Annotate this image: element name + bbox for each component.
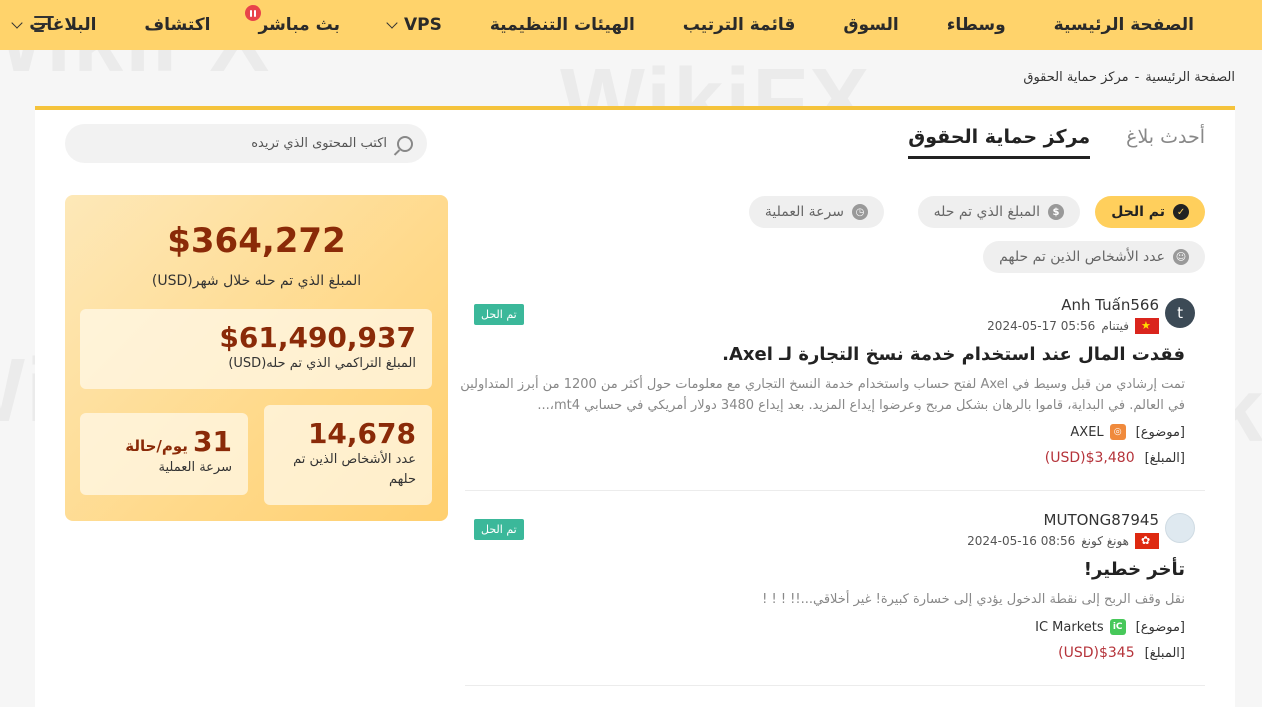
speed-value: 31: [193, 425, 232, 458]
user-name[interactable]: MUTONG87945: [1044, 511, 1159, 529]
topic-row: [موضوع] ◎ AXEL: [1070, 424, 1185, 440]
vietnam-flag-icon: [1135, 318, 1159, 334]
top-nav: الصفحة الرئيسية وسطاء السوق قائمة الترتي…: [0, 0, 1262, 50]
amount-value: (USD)$3,480: [1044, 450, 1135, 466]
filter-amount[interactable]: $ المبلغ الذي تم حله: [917, 196, 1080, 228]
search-input[interactable]: [107, 136, 387, 151]
timestamp: 2024-05-17 05:56: [987, 319, 1096, 333]
filter-speed[interactable]: ◷ سرعة العملية: [748, 196, 884, 228]
amount-label: [المبلغ]: [1144, 450, 1185, 466]
cumulative-amount: $61,490,937: [219, 321, 416, 354]
nav-regulators[interactable]: الهيئات التنظيمية: [490, 15, 635, 35]
filter-people-label: عدد الأشخاص الذين تم حلهم: [999, 249, 1165, 265]
avatar: t: [1165, 298, 1195, 328]
search-icon[interactable]: [397, 135, 413, 152]
nav-discover-label: اكتشاف: [144, 15, 211, 35]
tab-rights-center[interactable]: مركز حماية الحقوق: [908, 126, 1091, 159]
nav-market-label: السوق: [843, 15, 899, 35]
speed-label: سرعة العملية: [158, 460, 232, 475]
clock-icon: ◷: [852, 204, 868, 220]
topic-label: [موضوع]: [1135, 619, 1185, 635]
people-label: عدد الأشخاص الذين تم حلهم: [293, 452, 416, 487]
speed-box: 31 يوم/حالة سرعة العملية: [80, 413, 248, 495]
breadcrumb-home[interactable]: الصفحة الرئيسية: [1145, 70, 1235, 85]
status-badge: تم الحل: [474, 519, 524, 540]
people-count: 14,678: [307, 417, 416, 450]
nav-ranking-label: قائمة الترتيب: [682, 15, 796, 35]
nav-reports[interactable]: البلاغات: [11, 15, 96, 35]
nav-regulators-label: الهيئات التنظيمية: [489, 15, 635, 35]
hongkong-flag-icon: [1135, 533, 1159, 549]
nav-live-label: بث مباشر: [258, 15, 340, 35]
amount-row: [المبلغ] (USD)$345: [1058, 645, 1185, 661]
country: فيتنام: [1101, 319, 1129, 333]
complaint-meta: هونغ كونغ 2024-05-16 08:56: [967, 533, 1159, 549]
filter-people[interactable]: ☺ عدد الأشخاص الذين تم حلهم: [983, 241, 1205, 273]
icmarkets-logo-icon: iC: [1109, 619, 1126, 635]
nav-ranking[interactable]: قائمة الترتيب: [683, 15, 796, 35]
amount-row: [المبلغ] (USD)$3,480: [1045, 450, 1185, 466]
complaint-item[interactable]: t Anh Tuấn566 فيتنام 2024-05-17 05:56 تم…: [460, 296, 1195, 478]
divider: [465, 490, 1205, 491]
nav-discover[interactable]: اكتشاف: [144, 15, 210, 35]
breadcrumb-current: مركز حماية الحقوق: [1023, 70, 1129, 85]
complaint-title[interactable]: فقدت المال عند استخدام خدمة نسخ التجارة …: [722, 344, 1185, 365]
stats-panel: $364,272 المبلغ الذي تم حله خلال شهر(USD…: [65, 195, 448, 521]
nav-market[interactable]: السوق: [843, 15, 898, 35]
check-circle-icon: ✓: [1173, 204, 1189, 220]
complaint-title[interactable]: تأخر خطير!: [1084, 559, 1185, 580]
amount-value: (USD)$345: [1058, 645, 1135, 661]
filter-speed-label: سرعة العملية: [764, 204, 844, 220]
breadcrumb: الصفحة الرئيسية-مركز حماية الحقوق: [1023, 70, 1235, 85]
tab-latest-report[interactable]: أحدث بلاغ: [1126, 126, 1205, 159]
chevron-down-icon: [11, 16, 23, 29]
topic-row: [موضوع] iC IC Markets: [1035, 619, 1185, 635]
topic-label: [موضوع]: [1135, 424, 1185, 440]
amount-label: [المبلغ]: [1144, 645, 1185, 661]
monthly-amount: $364,272: [167, 221, 346, 261]
divider: [465, 685, 1205, 686]
nav-brokers[interactable]: وسطاء: [947, 15, 1006, 35]
broker-name[interactable]: AXEL: [1070, 425, 1103, 440]
nav-vps-label: VPS: [403, 15, 442, 35]
tab-bar: أحدث بلاغ مركز حماية الحقوق: [872, 126, 1205, 159]
nav-home[interactable]: الصفحة الرئيسية: [1054, 15, 1194, 35]
breadcrumb-separator: -: [1134, 70, 1140, 85]
nav-home-label: الصفحة الرئيسية: [1053, 15, 1194, 35]
cumulative-label: المبلغ التراكمي الذي تم حله(USD): [228, 356, 416, 371]
axel-logo-icon: ◎: [1109, 424, 1126, 440]
filter-resolved[interactable]: ✓ تم الحل: [1095, 196, 1205, 228]
speed-unit: يوم/حالة: [125, 437, 188, 455]
filter-amount-label: المبلغ الذي تم حله: [933, 204, 1040, 220]
user-name[interactable]: Anh Tuấn566: [1061, 296, 1159, 314]
complaint-meta: فيتنام 2024-05-17 05:56: [987, 318, 1159, 334]
monthly-label: المبلغ الذي تم حله خلال شهر(USD): [151, 273, 362, 289]
live-audio-icon: [244, 5, 261, 21]
complaint-item[interactable]: MUTONG87945 هونغ كونغ 2024-05-16 08:56 ت…: [460, 511, 1195, 673]
country: هونغ كونغ: [1081, 534, 1129, 548]
nav-live[interactable]: بث مباشر: [244, 5, 340, 35]
complaint-description: نقل وقف الربح إلى نقطة الدخول يؤدي إلى خ…: [762, 592, 1185, 607]
timestamp: 2024-05-16 08:56: [967, 534, 1076, 548]
broker-name[interactable]: IC Markets: [1035, 620, 1104, 635]
complaint-description: تمت إرشادي من قبل وسيط في Axel لفتح حساب…: [460, 377, 1185, 413]
search-box: [65, 124, 427, 163]
filter-resolved-label: تم الحل: [1111, 204, 1165, 220]
people-icon: ☺: [1173, 249, 1189, 265]
cumulative-box: $61,490,937 المبلغ التراكمي الذي تم حله(…: [80, 309, 432, 389]
people-box: 14,678 عدد الأشخاص الذين تم حلهم: [264, 405, 432, 505]
avatar: [1165, 513, 1195, 543]
chevron-down-icon: [386, 16, 398, 29]
nav-brokers-label: وسطاء: [946, 15, 1006, 35]
dollar-circle-icon: $: [1048, 204, 1064, 220]
status-badge: تم الحل: [474, 304, 524, 325]
hamburger-menu-icon[interactable]: [34, 16, 54, 32]
nav-vps[interactable]: VPS: [386, 15, 442, 35]
